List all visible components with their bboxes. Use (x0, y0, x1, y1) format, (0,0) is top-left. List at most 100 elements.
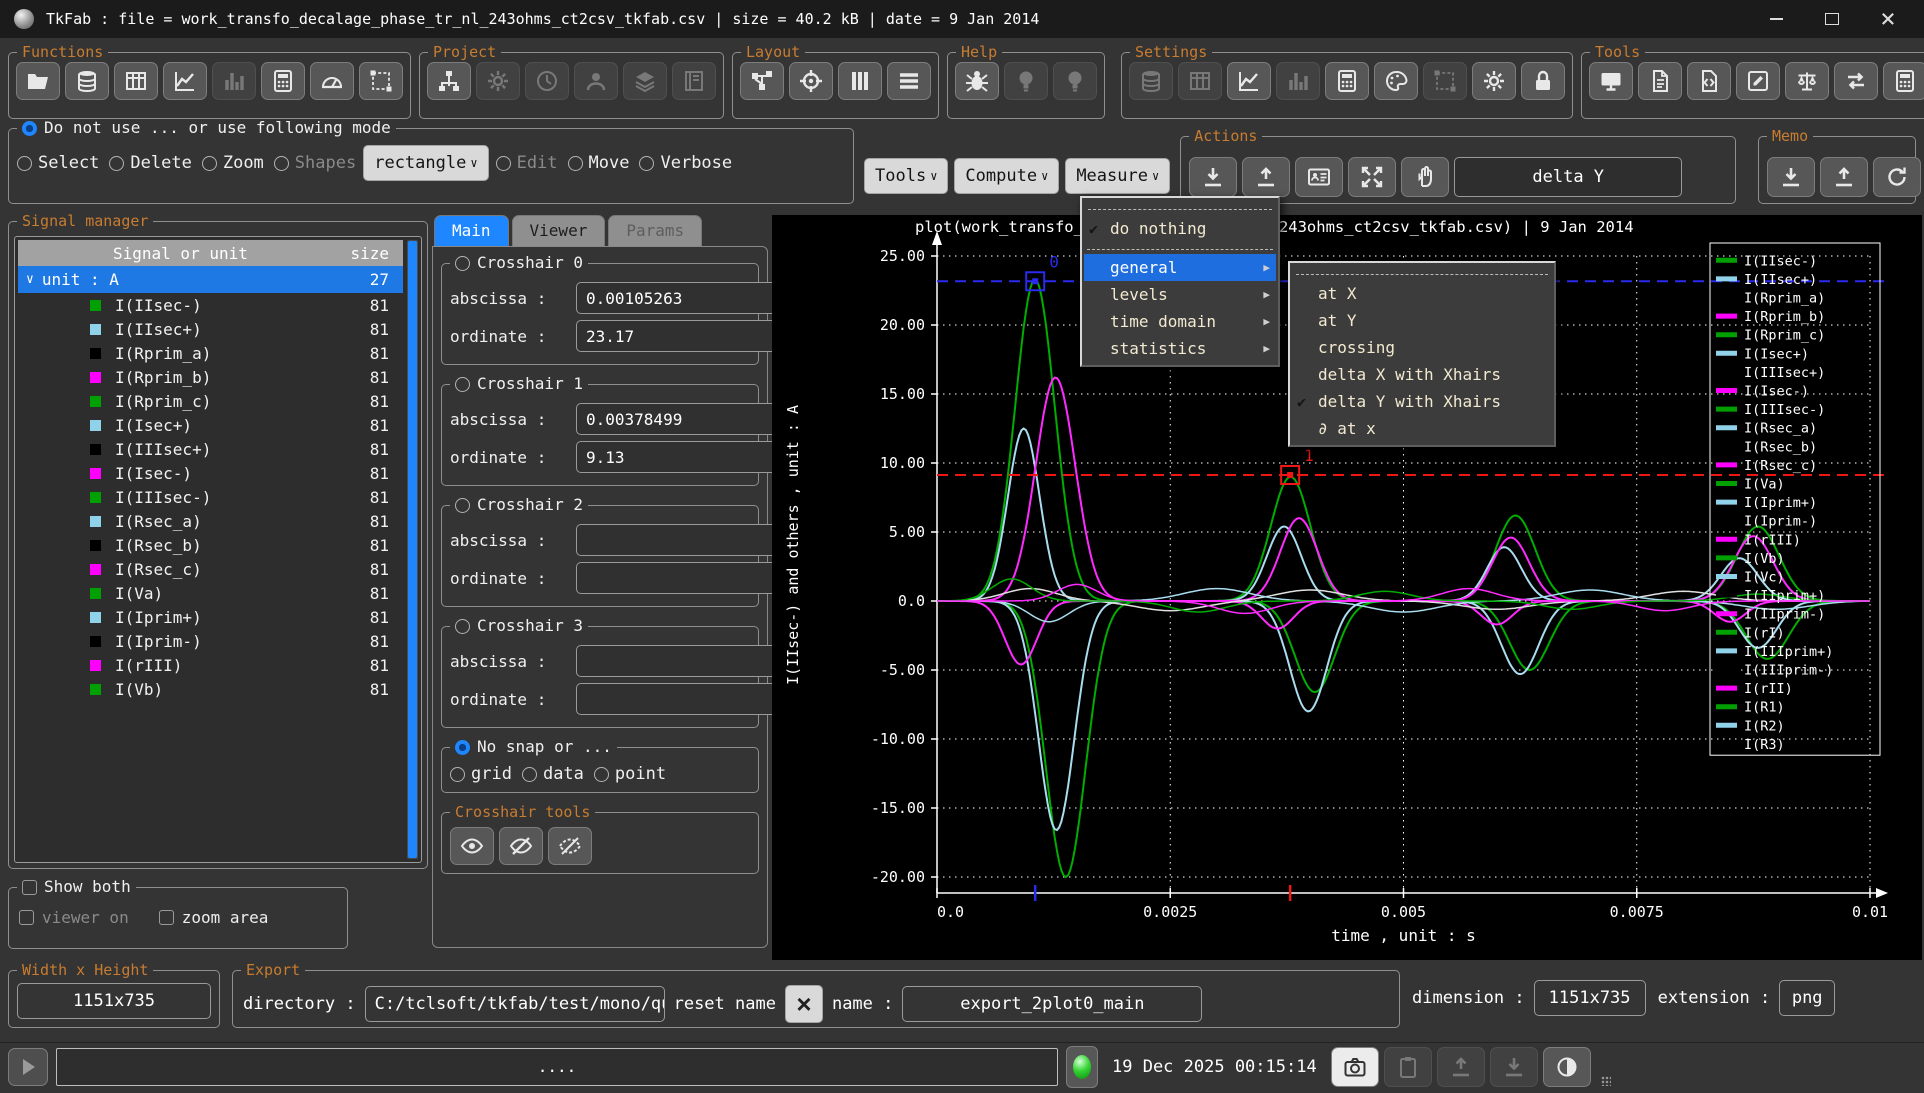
pointer-button[interactable] (1401, 157, 1449, 197)
compute-menu-button[interactable]: Compute (954, 158, 1059, 194)
tab-main[interactable]: Main (434, 215, 509, 246)
crosshair-radio[interactable] (455, 498, 470, 513)
upload-button[interactable] (1437, 1047, 1485, 1087)
plot-settings-button[interactable] (1227, 62, 1271, 100)
lock-button[interactable] (1521, 62, 1565, 100)
shape-select[interactable]: rectangle (363, 145, 488, 181)
target-button[interactable] (789, 62, 833, 100)
compare-button[interactable] (1785, 62, 1829, 100)
tab-viewer[interactable]: Viewer (512, 215, 606, 246)
menu-tearoff[interactable] (1296, 267, 1548, 275)
open-file-button[interactable] (16, 62, 60, 100)
bar-settings-button[interactable] (1276, 62, 1320, 100)
monitor-button[interactable] (1589, 62, 1633, 100)
signal-row[interactable]: I(Rsec_a) 81 (18, 509, 403, 533)
db-settings-button[interactable] (1129, 62, 1173, 100)
radio-icon[interactable] (639, 156, 654, 171)
menu-item[interactable]: ✔ do nothing (1084, 215, 1276, 242)
document-button[interactable] (1638, 62, 1682, 100)
signal-row[interactable]: I(IIsec-) 81 (18, 293, 403, 317)
hint-alt-button[interactable] (1053, 62, 1097, 100)
theme-toggle-button[interactable] (1543, 1047, 1591, 1087)
radio-icon[interactable] (568, 156, 583, 171)
hide-all-crosshairs-button[interactable] (548, 827, 592, 865)
import-button[interactable] (1189, 157, 1237, 197)
signal-row[interactable]: I(rIII) 81 (18, 653, 403, 677)
menu-item[interactable]: ✔ delta Y with Xhairs (1292, 388, 1552, 415)
mode-radio-item[interactable]: Move (568, 153, 630, 173)
crosshair-radio[interactable] (455, 619, 470, 634)
rows-button[interactable] (887, 62, 931, 100)
signal-row[interactable]: I(Isec-) 81 (18, 461, 403, 485)
signal-row[interactable]: I(Rprim_c) 81 (18, 389, 403, 413)
tools-menu-button[interactable]: Tools (864, 158, 948, 194)
calc-settings-button[interactable] (1325, 62, 1369, 100)
download-button[interactable] (1490, 1047, 1538, 1087)
viewer-on-checkbox[interactable] (19, 910, 34, 925)
edit-button[interactable] (1736, 62, 1780, 100)
mode-radio-item[interactable]: Verbose (639, 153, 732, 173)
do-not-use-radio[interactable] (22, 121, 37, 136)
radio-icon[interactable] (522, 767, 537, 782)
mode-radio-item[interactable]: Edit (496, 153, 558, 173)
snap-option[interactable]: data (522, 764, 584, 784)
memo-load-button[interactable] (1820, 157, 1868, 197)
mode-radio-item[interactable]: Select (17, 153, 99, 173)
radio-icon[interactable] (274, 156, 289, 171)
signal-row[interactable]: I(Vb) 81 (18, 677, 403, 701)
gears-button[interactable] (1472, 62, 1516, 100)
table-button[interactable] (114, 62, 158, 100)
sitemap-button[interactable] (427, 62, 471, 100)
close-button[interactable] (1866, 4, 1910, 34)
calculator-button[interactable] (1883, 62, 1924, 100)
signal-row[interactable]: I(Iprim-) 81 (18, 629, 403, 653)
table-settings-button[interactable] (1178, 62, 1222, 100)
scrollbar-thumb[interactable] (408, 241, 417, 858)
zoombox-settings-button[interactable] (1423, 62, 1467, 100)
menu-item[interactable]: general ▶ (1084, 254, 1276, 281)
palette-button[interactable] (1374, 62, 1418, 100)
extension-value[interactable]: png (1779, 980, 1835, 1016)
snap-option[interactable]: point (594, 764, 666, 784)
reset-name-button[interactable] (785, 985, 823, 1023)
hide-crosshair-button[interactable] (499, 827, 543, 865)
expand-button[interactable] (1348, 157, 1396, 197)
columns-button[interactable] (838, 62, 882, 100)
signal-row[interactable]: I(Rsec_b) 81 (18, 533, 403, 557)
menu-item[interactable] (1087, 242, 1273, 250)
clock-button[interactable] (525, 62, 569, 100)
clipboard-button[interactable] (1384, 1047, 1432, 1087)
notebook-button[interactable] (672, 62, 716, 100)
user-button[interactable] (574, 62, 618, 100)
scrollbar[interactable] (407, 240, 418, 859)
maximize-button[interactable] (1810, 4, 1854, 34)
menu-tearoff[interactable] (1088, 202, 1272, 210)
menu-item[interactable]: delta X with Xhairs (1292, 361, 1552, 388)
tab-params[interactable]: Params (608, 215, 702, 246)
layers-button[interactable] (623, 62, 667, 100)
radio-icon[interactable] (109, 156, 124, 171)
resize-grip[interactable] (1601, 1076, 1611, 1086)
unit-row[interactable]: unit : A 27 (18, 266, 403, 293)
signal-row[interactable]: I(Rprim_a) 81 (18, 341, 403, 365)
export-button[interactable] (1242, 157, 1290, 197)
mode-radio-item[interactable]: Shapes (274, 153, 356, 173)
line-chart-button[interactable] (163, 62, 207, 100)
signal-row[interactable]: I(IIIsec+) 81 (18, 437, 403, 461)
radio-icon[interactable] (496, 156, 511, 171)
snap-option[interactable]: grid (450, 764, 512, 784)
selection-button[interactable] (359, 62, 403, 100)
signal-row[interactable]: I(Rsec_c) 81 (18, 557, 403, 581)
gear-button[interactable] (476, 62, 520, 100)
signal-row[interactable]: I(Va) 81 (18, 581, 403, 605)
export-name-input[interactable]: export_2plot0_main (902, 986, 1202, 1022)
signal-row[interactable]: I(Isec+) 81 (18, 413, 403, 437)
signal-row[interactable]: I(IIIsec-) 81 (18, 485, 403, 509)
radio-icon[interactable] (594, 767, 609, 782)
menu-item[interactable]: time domain ▶ (1084, 308, 1276, 335)
menu-item[interactable]: statistics ▶ (1084, 335, 1276, 362)
bar-chart-button[interactable] (212, 62, 256, 100)
measure-menu-button[interactable]: Measure (1065, 158, 1170, 194)
signal-row[interactable]: I(Rprim_b) 81 (18, 365, 403, 389)
transfer-button[interactable] (1834, 62, 1878, 100)
